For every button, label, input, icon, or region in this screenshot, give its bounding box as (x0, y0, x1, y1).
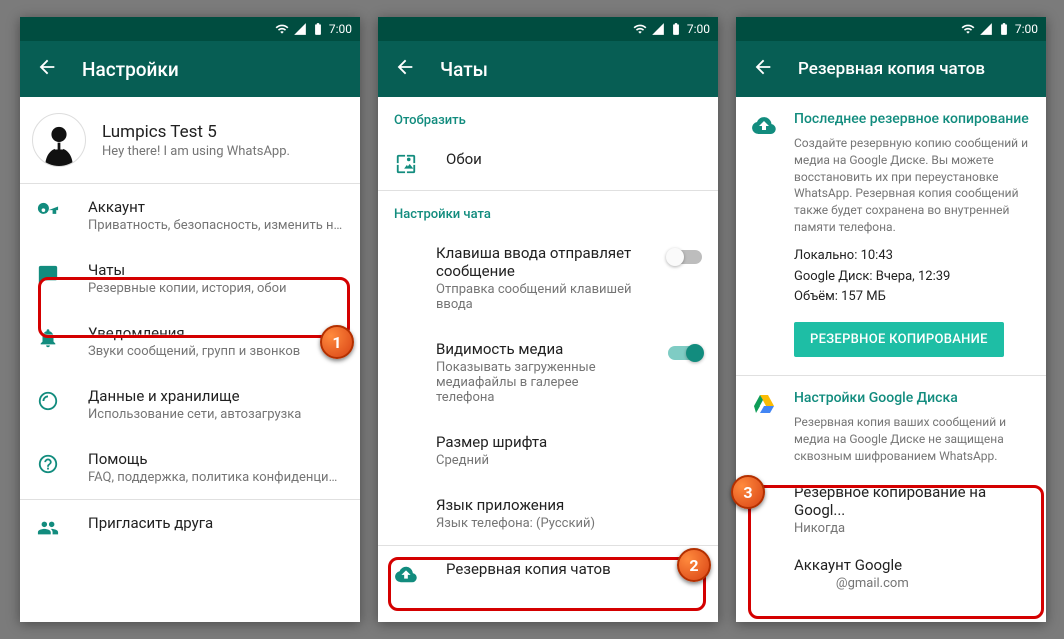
clock: 7:00 (687, 22, 710, 36)
app-bar: Настройки (20, 41, 360, 97)
wifi-icon (633, 22, 647, 36)
status-bar: 7:00 (736, 17, 1046, 41)
gdrive-settings-section: Настройки Google Диска Резервная копия в… (736, 376, 1046, 472)
screen-settings: 7:00 Настройки Lumpics Test 5 Hey there!… (20, 17, 360, 622)
chat-app-language[interactable]: Язык приложенияЯзык телефона: (Русский) (378, 482, 718, 545)
cloud-upload-icon (752, 113, 776, 137)
app-bar: Резервная копия чатов (736, 41, 1046, 97)
back-button[interactable] (394, 56, 416, 82)
status-bar: 7:00 (20, 17, 360, 41)
people-icon (36, 516, 60, 540)
settings-item-notifications[interactable]: УведомленияЗвуки сообщений, групп и звон… (20, 310, 360, 373)
battery-icon (311, 22, 325, 36)
avatar (32, 113, 86, 167)
section-display: Отобразить (378, 97, 718, 136)
app-bar: Чаты (378, 41, 718, 97)
backup-gdrive: Google Диск: Вчера, 12:39 (794, 267, 1030, 288)
status-bar: 7:00 (378, 17, 718, 41)
chat-icon (36, 263, 60, 287)
clock: 7:00 (1015, 22, 1038, 36)
settings-item-chats[interactable]: ЧатыРезервные копии, история, обои (20, 247, 360, 310)
battery-icon (669, 22, 683, 36)
signal-icon (651, 22, 665, 36)
settings-item-help[interactable]: ПомощьFAQ, поддержка, политика конфиденц… (20, 436, 360, 499)
settings-item-account[interactable]: АккаунтПриватность, безопасность, измени… (20, 184, 360, 247)
clock: 7:00 (329, 22, 352, 36)
step-marker-1: 1 (320, 325, 354, 359)
data-icon (36, 389, 60, 413)
screen-chats-settings: 7:00 Чаты Отобразить Обои Настройки чата… (378, 17, 718, 622)
chat-font-size[interactable]: Размер шрифтаСредний (378, 419, 718, 482)
last-backup-section: Последнее резервное копирование Создайте… (736, 97, 1046, 375)
backup-size: Объём: 157 МБ (794, 287, 1030, 308)
wifi-icon (275, 22, 289, 36)
step-marker-3: 3 (731, 475, 765, 509)
google-account[interactable]: Аккаунт Google @gmail.com (736, 546, 1046, 601)
settings-item-data[interactable]: Данные и хранилищеИспользование сети, ав… (20, 373, 360, 436)
backup-frequency[interactable]: Резервное копирование на Googl...Никогда (736, 473, 1046, 546)
profile-status: Hey there! I am using WhatsApp. (102, 144, 290, 159)
profile-row[interactable]: Lumpics Test 5 Hey there! I am using Wha… (20, 97, 360, 183)
bell-icon (36, 326, 60, 350)
back-button[interactable] (36, 56, 58, 82)
help-icon (36, 452, 60, 476)
signal-icon (293, 22, 307, 36)
chat-wallpaper[interactable]: Обои (378, 136, 718, 190)
page-title: Настройки (82, 58, 179, 81)
section-chat: Настройки чата (378, 191, 718, 230)
backup-local: Локально: 10:43 (794, 246, 1030, 267)
chat-media-visibility[interactable]: Видимость медиаПоказывать загруженные ме… (378, 326, 718, 419)
google-drive-icon (752, 392, 776, 416)
step-marker-2: 2 (677, 548, 711, 582)
page-title: Резервная копия чатов (798, 59, 985, 79)
cloud-upload-icon (394, 562, 418, 586)
profile-name: Lumpics Test 5 (102, 122, 290, 142)
battery-icon (997, 22, 1011, 36)
toggle-enter-key[interactable] (668, 250, 702, 264)
signal-icon (979, 22, 993, 36)
settings-item-invite[interactable]: Пригласить друга (20, 500, 360, 554)
screen-chat-backup: 7:00 Резервная копия чатов Последнее рез… (736, 17, 1046, 622)
key-icon (36, 200, 60, 224)
toggle-media-visibility[interactable] (668, 346, 702, 360)
wifi-icon (961, 22, 975, 36)
page-title: Чаты (440, 58, 488, 81)
chat-backup-row[interactable]: Резервная копия чатов (378, 546, 718, 600)
backup-button[interactable]: РЕЗЕРВНОЕ КОПИРОВАНИЕ (794, 322, 1004, 357)
back-button[interactable] (752, 56, 774, 82)
chat-enter-key[interactable]: Клавиша ввода отправляет сообщениеОтправ… (378, 230, 718, 326)
wallpaper-icon (394, 152, 418, 176)
